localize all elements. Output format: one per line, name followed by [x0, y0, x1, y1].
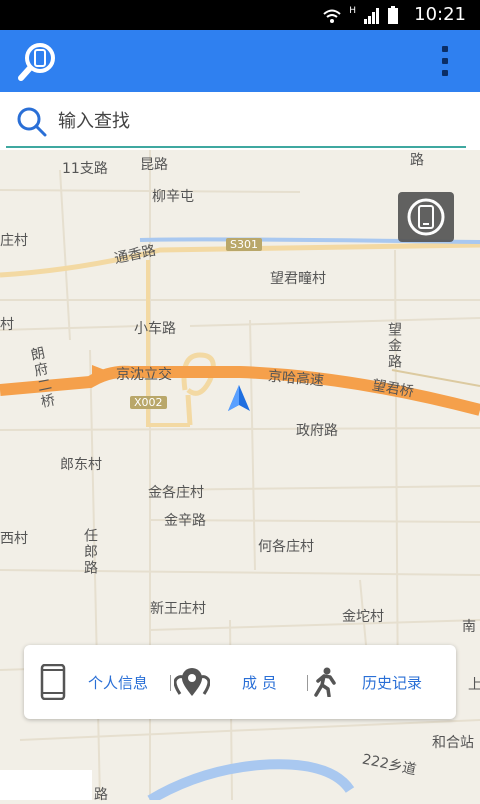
signal-icon	[364, 8, 379, 24]
current-location-arrow-icon	[228, 385, 250, 411]
wifi-icon	[323, 9, 341, 23]
network-type-label: H	[349, 6, 356, 16]
locate-phone-button[interactable]	[398, 192, 454, 242]
overflow-menu-icon[interactable]	[440, 46, 450, 76]
personal-info-button[interactable]: 个人信息	[40, 645, 180, 719]
status-icons: H	[323, 6, 398, 24]
map-label: 郎东村	[60, 457, 102, 473]
status-bar: H 10:21	[0, 0, 480, 30]
divider	[170, 675, 171, 691]
map-logo-area	[0, 770, 92, 800]
map-label: 小车路	[134, 321, 176, 337]
app-bar	[0, 30, 480, 92]
map-label: 政府路	[296, 423, 338, 439]
walking-person-icon	[314, 667, 336, 697]
map-label: 路	[408, 152, 424, 168]
search-bar	[0, 92, 480, 150]
map-label: 西村	[0, 531, 28, 547]
divider	[307, 675, 308, 691]
bottom-action-panel: 个人信息 成 员 历史记录	[24, 645, 456, 719]
map-label: 村	[0, 317, 14, 333]
map-label: 望金路	[386, 322, 402, 370]
history-label: 历史记录	[362, 673, 423, 692]
personal-info-label: 个人信息	[88, 673, 149, 692]
phone-search-icon	[18, 43, 55, 81]
map-label: 金坨村	[342, 609, 384, 625]
map-label: 南	[462, 619, 476, 635]
map-label: 庄村	[0, 233, 28, 249]
road-sign-s301: S301	[226, 238, 262, 251]
map-label: 京沈立交	[116, 367, 172, 383]
road-sign-x002: X002	[130, 396, 167, 409]
map-label: 何各庄村	[258, 539, 314, 555]
map-label: 11支路	[62, 161, 108, 177]
members-label: 成 员	[242, 673, 277, 692]
location-pins-icon	[174, 668, 210, 696]
map-label: 任郎路	[82, 528, 98, 576]
map-label: 昆路	[140, 157, 168, 173]
map-label: 柳辛屯	[152, 189, 194, 205]
map-label: 和合站	[432, 735, 474, 751]
map-label: 金各庄村	[148, 485, 204, 501]
search-input[interactable]	[56, 104, 440, 138]
map-label: 上	[468, 677, 480, 693]
map-label: 金辛路	[164, 513, 206, 529]
battery-icon	[388, 6, 398, 24]
map-label: 望君疃村	[270, 271, 326, 287]
phone-locate-icon	[407, 198, 445, 236]
search-icon[interactable]	[16, 106, 48, 138]
status-time: 10:21	[414, 4, 466, 25]
search-underline	[6, 146, 466, 148]
phone-icon	[40, 664, 66, 700]
history-button[interactable]: 历史记录	[310, 645, 450, 719]
map-label: 新王庄村	[150, 601, 206, 617]
members-button[interactable]: 成 员	[174, 645, 294, 719]
map-label: 路	[94, 787, 108, 803]
